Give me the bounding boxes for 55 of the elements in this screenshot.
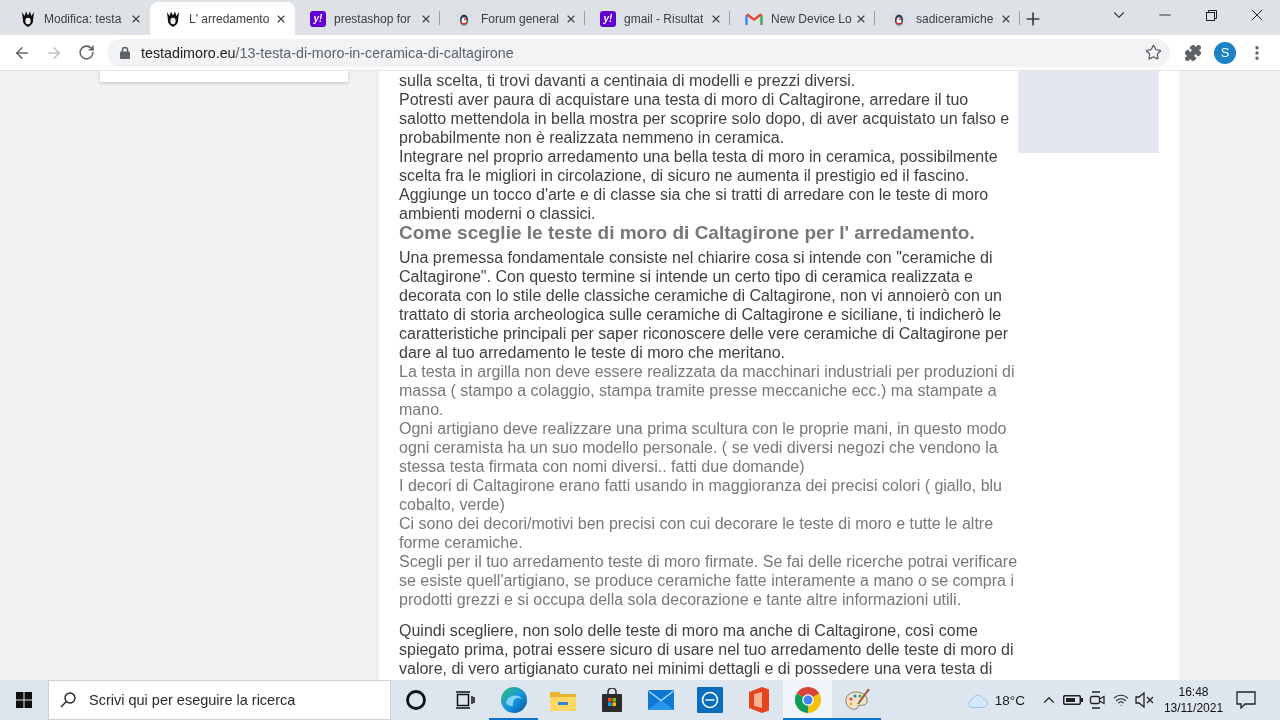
restore-icon[interactable]	[1205, 9, 1217, 21]
paragraph: Integrare nel proprio arredamento una bella testa di moro in ceramica, possibilmente scelta fra le migliori in circolazione, di sicuro ne aumenta il prestigio ed il fascino.	[399, 147, 999, 185]
paragraph: sulla scelta, ti trovi davanti a centinaia di modelli e prezzi diversi.	[399, 71, 857, 90]
palette-icon	[843, 688, 870, 712]
temperature-text[interactable]: 18°C	[994, 692, 1025, 708]
door-tile-icon	[748, 687, 769, 713]
penguin-icon	[890, 9, 908, 28]
star-icon[interactable]	[1145, 44, 1162, 61]
address-field[interactable]: testadimoro.eu/13-testa-di-moro-in-ceramica-di-caltagirone	[107, 38, 1170, 67]
browser-tab[interactable]: sadiceramiche	[875, 2, 1020, 35]
windows-icon[interactable]	[16, 692, 32, 708]
reload-icon[interactable]	[77, 44, 95, 61]
head-silhouette-icon	[165, 10, 181, 27]
site-logo: y!	[310, 10, 326, 27]
wifi-icon[interactable]	[1113, 692, 1129, 708]
paragraph: Aggiunge un tocco d'arte e di classe sia che si tratti di arredare con le teste di moro ambienti moderni o classici.	[399, 185, 990, 223]
url-text: testadimoro.eu/13-testa-di-moro-in-ceramica-di-caltagirone	[141, 44, 515, 61]
envelope-icon	[647, 690, 674, 710]
browser-tab[interactable]: Modifica: testa	[5, 2, 150, 35]
list-item-text: I decori di Caltagirone erano fatti usando in maggioranza dei precisi colori ( giallo, blu cobalto, verde)	[399, 476, 1003, 514]
clock-date[interactable]: 13/11/2021	[1163, 700, 1224, 716]
puzzle-icon[interactable]	[1184, 43, 1202, 62]
head-silhouette-icon	[20, 10, 36, 27]
search-icon	[60, 692, 76, 708]
profile-avatar[interactable]: S	[1214, 41, 1236, 64]
video-camera-icon[interactable]	[1089, 691, 1105, 709]
list-item-text: Ci sono dei decori/motivi ben precisi con cui decorare le teste di moro e tutte le altre forme ceramiche.	[399, 514, 995, 552]
list-item-text: La testa in argilla non deve essere realizzata da macchinari industriali per produzioni di massa ( stampo a colaggio, stampa tramite presse meccaniche ecc.) ma stampate a mano.	[399, 362, 1016, 419]
shopping-bag-icon	[599, 688, 624, 712]
m-shape-icon	[745, 11, 763, 26]
browser-tab[interactable]: Forum general	[440, 2, 585, 35]
ring-icon	[405, 690, 426, 710]
speech-bubble-icon[interactable]	[1236, 691, 1256, 709]
list-item-text: Ogni artigiano deve realizzare una prima scultura con le proprie mani, in questo modo ogni ceramista ha un suo modello personale. ( se vedi diversi negozi che vendono la stessa testa firmata con nomi diversi.. fatti due domande)	[399, 419, 1008, 476]
segmented-circle-icon	[794, 687, 821, 713]
battery-icon[interactable]	[1063, 694, 1083, 706]
folder-icon	[549, 689, 576, 711]
paragraph: Una premessa fondamentale consiste nel chiarire cosa si intende con "ceramiche di Caltagirone". Con questo termine si intende un certo tipo di ceramica realizzata e decorata con lo stile delle classiche ceramiche di Caltagirone, non vi annoierò con un trattato di storia archeologica sulle ceramiche di Caltagirone e siciliane, ti indicherò le caratteristiche principali per saper riconoscere delle vere ceramiche di Caltagirone per dare al tuo arredamento le teste di moro che meritano.	[399, 248, 1010, 362]
browser-tab[interactable]: L' arredamento	[150, 2, 295, 35]
browser-tab[interactable]: y! prestashop for	[295, 2, 440, 35]
task-view-icon	[454, 691, 475, 709]
search-field[interactable]: Scrivi qui per eseguire la ricerca	[48, 680, 391, 720]
paragraph: Quindi scegliere, non solo delle teste di moro ma anche di Caltagirone, così come spiegato prima, potrai essere sicuro di usare nel tuo arredamento delle teste di moro di valore, di vero artigianato curato nei minimi dettagli e di possedere una vera testa di	[399, 621, 1015, 678]
browser-tab[interactable]: y! gmail - Risultat	[585, 2, 730, 35]
section-heading: Come sceglie le teste di moro di Caltagirone per l' arredamento.	[399, 223, 976, 243]
lock-icon[interactable]	[120, 46, 130, 59]
penguin-icon	[455, 9, 473, 28]
site-logo: y!	[600, 10, 616, 27]
circle-tile-icon	[696, 687, 723, 713]
browser-tab[interactable]: New Device Lo	[730, 2, 875, 35]
paragraph: Potresti aver paura di acquistare una testa di moro di Caltagirone, arredare il tuo salotto mettendola in bella mostra per scoprire solo dopo, di aver acquistato un falso e probabilmente non è realizzata nemmeno in ceramica.	[399, 90, 1011, 147]
clock-time[interactable]: 16:48	[1178, 684, 1209, 700]
swirl-icon	[500, 687, 527, 713]
speaker-icon[interactable]	[1135, 692, 1155, 708]
list-item-text: Scegli per il tuo arredamento teste di moro firmate. Se fai delle ricerche potrai verificare se esiste quell'artigiano, se produce ceramiche fatte interamente a mano o se compra i prodotti grezzi e si occupa della sola decorazione e tante altre informazioni utili.	[399, 552, 1018, 609]
